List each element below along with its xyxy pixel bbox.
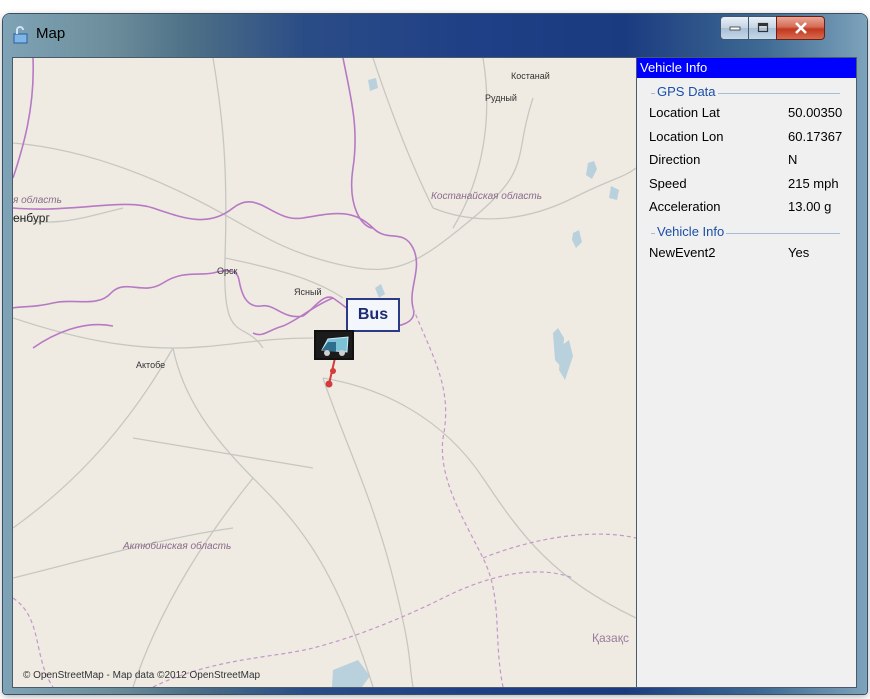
property-key: Direction: [649, 152, 701, 167]
map-label-oblast-left: я область: [13, 195, 62, 206]
property-value: 50.00350: [788, 105, 843, 120]
property-key: NewEvent2: [649, 244, 716, 260]
group-title: GPS Data: [655, 84, 718, 99]
property-key: Location Lon: [649, 128, 724, 144]
minimize-button[interactable]: [720, 16, 749, 40]
property-value: 60.17367: [788, 128, 843, 144]
property-key: Acceleration: [649, 199, 721, 214]
close-button[interactable]: [776, 16, 825, 40]
property-key: Speed: [649, 175, 687, 191]
map-label-kostanai: Костанай: [511, 71, 550, 81]
map-view[interactable]: Костанай Рудный Костанайская область я о…: [12, 57, 637, 688]
map-label-yasnyi: Ясный: [294, 287, 322, 297]
property-value: N: [788, 152, 798, 167]
map-label-orenburg: енбург: [13, 211, 50, 225]
property-row: Direction N: [637, 149, 856, 173]
property-row: NewEvent2 Yes: [637, 242, 856, 266]
property-value: 13.00 g: [788, 199, 832, 214]
group-gps-data: GPS Data: [637, 84, 856, 102]
property-value: 215 mph: [788, 175, 839, 191]
property-row: Speed 215 mph: [637, 173, 856, 197]
map-label-rudnyi: Рудный: [485, 93, 517, 103]
map-attribution: © OpenStreetMap - Map data ©2012 OpenStr…: [23, 670, 261, 681]
map-background: [13, 58, 636, 687]
property-value: Yes: [788, 244, 810, 260]
vehicle-info-panel: Vehicle Info GPS Data Location Lat 50.003…: [636, 57, 857, 688]
title-bar[interactable]: Map: [3, 14, 867, 54]
close-icon: [794, 22, 807, 34]
group-vehicle-info: Vehicle Info: [637, 223, 856, 242]
map-label-kostanai-oblast: Костанайская область: [431, 191, 543, 202]
minimize-icon: [729, 26, 740, 31]
property-key: Location Lat: [649, 105, 720, 120]
app-icon: [13, 26, 29, 44]
map-label-kazakhstan: Қазақс: [592, 631, 629, 645]
maximize-button[interactable]: [748, 16, 777, 40]
map-label-aktobe-oblast: Актюбинская область: [123, 541, 232, 552]
window-title: Map: [36, 25, 66, 42]
property-row: Acceleration 13.00 g: [637, 196, 856, 220]
property-row: Location Lon 60.17367: [637, 126, 856, 150]
bus-callout-label[interactable]: Bus: [346, 298, 400, 332]
map-label-aktobe: Актобе: [136, 360, 166, 370]
maximize-icon: [757, 22, 768, 33]
property-row: Location Lat 50.00350: [637, 102, 856, 126]
map-window: Map Костанай Рудный Костанайская область…: [3, 14, 867, 694]
panel-header: Vehicle Info: [637, 58, 856, 78]
bus-marker-icon[interactable]: [314, 330, 354, 360]
map-label-orsk: Орск: [217, 266, 238, 276]
group-title: Vehicle Info: [655, 223, 727, 239]
